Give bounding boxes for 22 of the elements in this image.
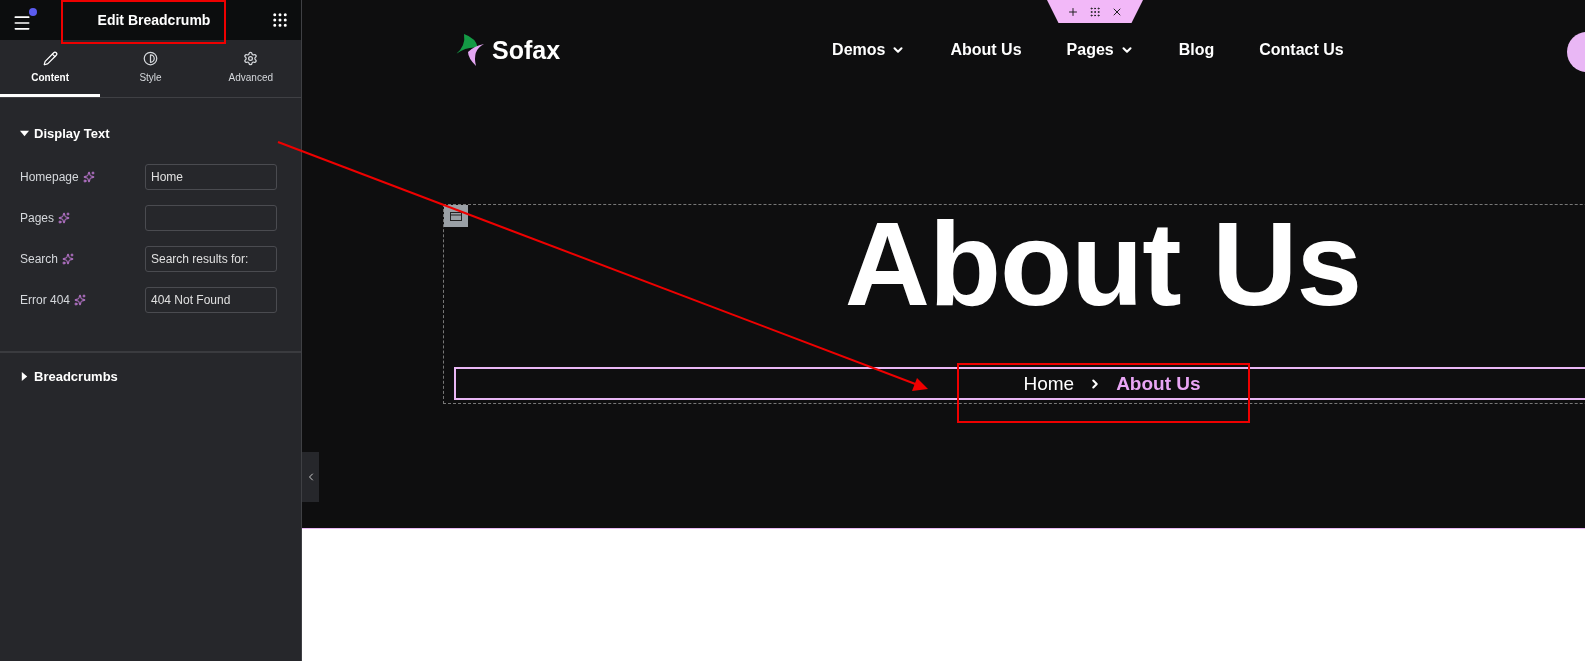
section-header[interactable]: Display Text (20, 126, 110, 141)
page-heading: About Us (844, 201, 1362, 327)
nav-link[interactable]: Blog (1178, 41, 1215, 59)
field-label: Search (20, 252, 59, 266)
breadcrumb-link[interactable]: About Us (1116, 372, 1201, 395)
panel-tab[interactable]: Content (0, 40, 101, 97)
text-field[interactable]: Home (145, 164, 277, 190)
text-field[interactable]: 404 Not Found (145, 287, 277, 313)
nav-link[interactable]: Pages (1066, 41, 1134, 59)
field-label: Homepage (20, 170, 79, 184)
section-header[interactable]: Breadcrumbs (20, 369, 118, 384)
panel-title: Edit Breadcrumb (97, 12, 211, 28)
nav-link[interactable]: Demos (832, 41, 906, 59)
nav-link[interactable]: Contact Us (1259, 41, 1344, 59)
nav-link[interactable]: About Us (950, 41, 1022, 59)
breadcrumb-link[interactable]: Home (1023, 372, 1075, 395)
panel-tab[interactable]: Advanced (200, 40, 301, 97)
logo-text: Sofax (492, 35, 561, 65)
field-label: Pages (20, 211, 55, 225)
text-field[interactable]: Search results for: (145, 246, 277, 272)
field-label: Error 404 (20, 293, 71, 307)
panel-tab[interactable]: Style (100, 40, 201, 97)
